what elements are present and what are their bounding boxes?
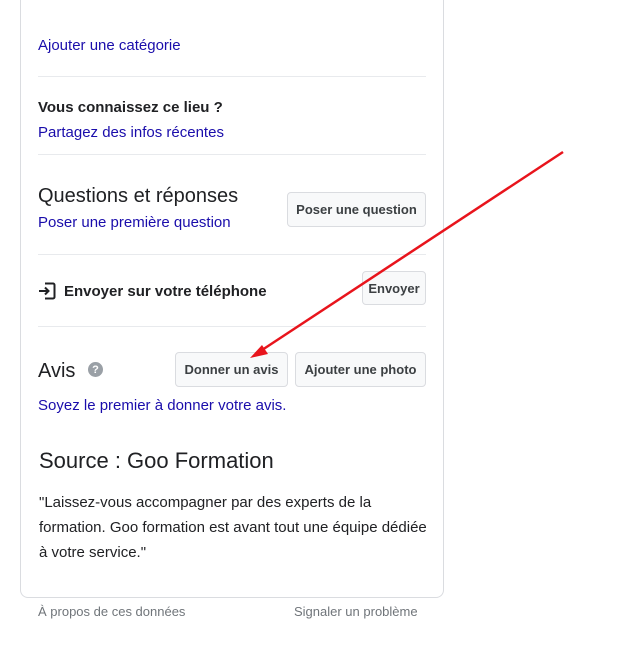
add-photo-button[interactable]: Ajouter une photo (295, 352, 426, 387)
divider (38, 154, 426, 155)
write-review-button[interactable]: Donner un avis (175, 352, 288, 387)
qa-title: Questions et réponses (38, 185, 239, 207)
ask-first-question-link[interactable]: Poser une première question (38, 214, 231, 231)
send-to-phone-label: Envoyer sur votre téléphone (64, 283, 267, 300)
ask-question-button[interactable]: Poser une question (287, 192, 426, 227)
divider (38, 326, 426, 327)
reviews-title: Avis (38, 360, 76, 382)
about-data-link[interactable]: À propos de ces données (38, 604, 185, 619)
source-title: Source : Goo Formation (39, 448, 274, 473)
divider (38, 254, 426, 255)
help-icon[interactable]: ? (88, 362, 103, 377)
add-category-link[interactable]: Ajouter une catégorie (38, 37, 181, 54)
first-review-link[interactable]: Soyez le premier à donner votre avis. (38, 397, 286, 414)
send-to-phone-icon (39, 282, 56, 300)
share-info-link[interactable]: Partagez des infos récentes (38, 124, 224, 141)
know-place-title: Vous connaissez ce lieu ? (38, 99, 223, 116)
source-quote: "Laissez-vous accompagner par des expert… (39, 494, 427, 561)
report-problem-link[interactable]: Signaler un problème (294, 604, 418, 619)
divider (38, 76, 426, 77)
send-button[interactable]: Envoyer (362, 271, 426, 305)
